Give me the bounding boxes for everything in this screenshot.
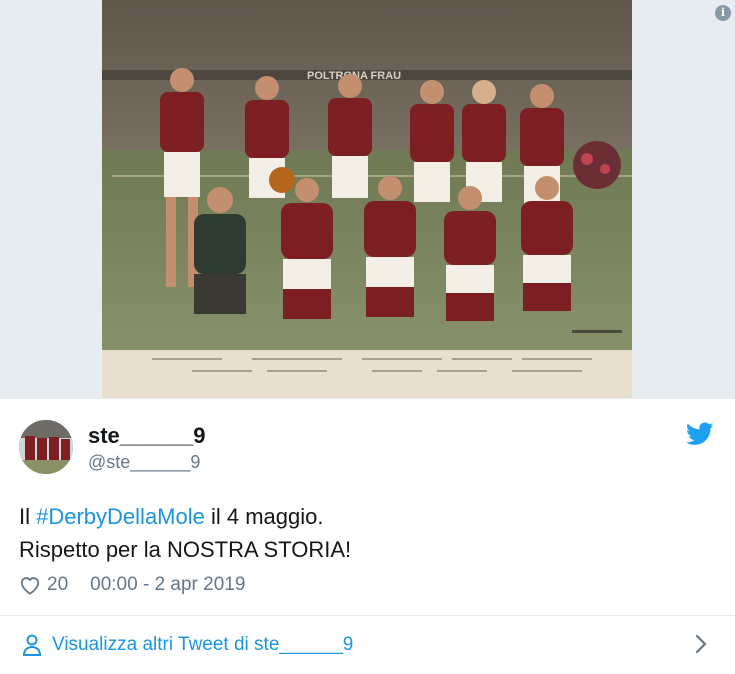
tweet-text-prefix: Il [19,504,37,529]
more-tweets-link[interactable]: Visualizza altri Tweet di ste______9 [52,634,353,656]
avatar-image [19,420,73,474]
tweet-text: Il #DerbyDellaMole il 4 maggio. Rispetto… [19,500,351,566]
divider [0,398,735,399]
tweet-line-1: Il #DerbyDellaMole il 4 maggio. [19,500,351,533]
author-handle[interactable]: @ste______9 [88,452,200,473]
tweet-meta: 20 00:00 - 2 apr 2019 [19,572,245,598]
hashtag-link[interactable]: #DerbyDellaMole [36,504,205,529]
tweet-media[interactable]: POLTRONA FRAU i [0,0,735,398]
like-count[interactable]: 20 [47,574,68,596]
more-tweets-footer[interactable]: Visualizza altri Tweet di ste______9 [0,616,735,674]
heart-icon[interactable] [19,575,41,595]
tweet-line-2: Rispetto per la NOSTRA STORIA! [19,537,352,562]
tweet-text-suffix: il 4 maggio. [204,504,324,529]
avatar[interactable] [19,420,73,474]
chevron-right-icon[interactable] [694,633,708,655]
person-icon [22,634,42,656]
info-icon[interactable]: i [715,5,731,21]
team-photo[interactable]: POLTRONA FRAU [102,0,632,398]
author-name[interactable]: ste______9 [88,423,205,449]
tweet-timestamp[interactable]: 00:00 - 2 apr 2019 [90,574,245,596]
twitter-bird-icon[interactable] [686,422,714,446]
team-photo-illustration: POLTRONA FRAU [102,0,632,398]
